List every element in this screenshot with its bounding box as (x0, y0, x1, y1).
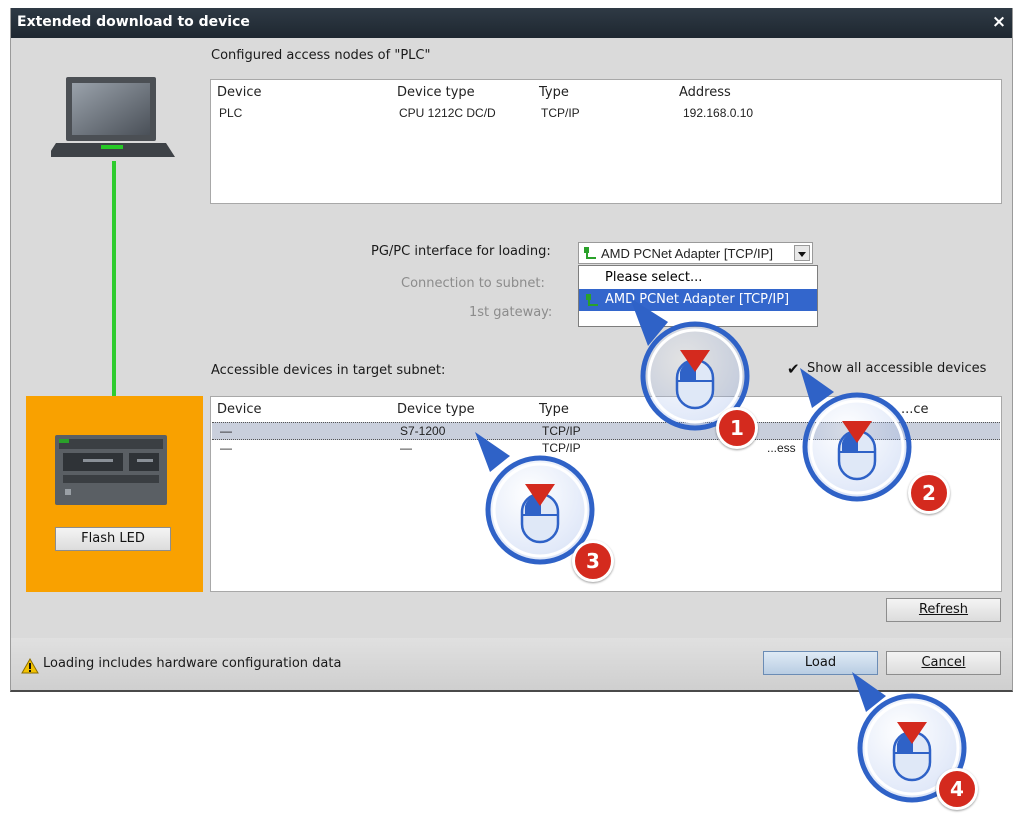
option-label: Please select... (605, 270, 703, 285)
warning-icon (21, 658, 39, 674)
pgpc-interface-dropdown: Please select... AMD PCNet Adapter [TCP/… (578, 265, 818, 327)
mouse-left-click-icon (892, 722, 932, 782)
column-header-device-type: Device type (397, 85, 475, 100)
step-badge-3: 3 (572, 540, 614, 582)
network-adapter-icon (584, 247, 596, 259)
step-badge-4: 4 (936, 768, 978, 810)
cell-type: TCP/IP (541, 106, 580, 120)
column-header-device-type: Device type (397, 402, 475, 417)
checkmark-icon: ✔ (787, 360, 800, 378)
load-button[interactable]: Load (763, 651, 878, 675)
dialog-title: Extended download to device (17, 14, 250, 30)
gateway-label: 1st gateway: (469, 305, 553, 320)
show-all-label: Show all accessible devices (807, 361, 987, 376)
flash-led-button[interactable]: Flash LED (55, 527, 171, 551)
cell-device-type: — (400, 441, 412, 455)
column-header-device: Device (217, 85, 262, 100)
chevron-down-icon[interactable] (794, 245, 810, 261)
cell-type: TCP/IP (542, 441, 581, 455)
configured-nodes-table: Device Device type Type Address PLC CPU … (210, 79, 1002, 204)
cell-device: — (220, 424, 232, 438)
column-header-device: Device (217, 402, 262, 417)
dropdown-option-selected[interactable]: AMD PCNet Adapter [TCP/IP] (579, 289, 817, 311)
option-label: AMD PCNet Adapter [TCP/IP] (605, 292, 790, 307)
table-row-selected[interactable]: — S7-1200 TCP/IP (212, 422, 1000, 440)
configured-nodes-heading: Configured access nodes of "PLC" (211, 48, 431, 63)
pc-laptop-icon (51, 77, 175, 157)
step-badge-1: 1 (716, 407, 758, 449)
pgpc-interface-value: AMD PCNet Adapter [TCP/IP] (601, 246, 773, 261)
status-bar: Loading includes hardware configuration … (11, 638, 1012, 690)
table-row[interactable]: — — TCP/IP ...ess (212, 440, 1000, 458)
cell-device: — (220, 441, 232, 455)
column-header-type: Type (539, 85, 569, 100)
plc-device-icon (55, 435, 167, 505)
cell-device: PLC (219, 106, 243, 120)
pgpc-interface-select[interactable]: AMD PCNet Adapter [TCP/IP] (578, 242, 813, 264)
column-header-type: Type (539, 402, 569, 417)
title-bar: Extended download to device × (11, 8, 1012, 38)
subnet-connection-label: Connection to subnet: (401, 276, 545, 291)
cancel-button[interactable]: Cancel (886, 651, 1001, 675)
column-header-address: Address (679, 85, 731, 100)
pgpc-interface-label: PG/PC interface for loading: (371, 244, 551, 259)
cell-address: ...ess (767, 441, 796, 455)
refresh-button[interactable]: Refresh (886, 598, 1001, 622)
status-message: Loading includes hardware configuration … (43, 656, 342, 671)
cell-device-type: S7-1200 (400, 424, 446, 438)
extended-download-dialog: Extended download to device × Flash LED … (10, 8, 1013, 692)
dropdown-option[interactable]: Please select... (579, 267, 817, 289)
accessible-devices-heading: Accessible devices in target subnet: (211, 363, 446, 378)
cell-type: TCP/IP (542, 424, 581, 438)
cell-address: 192.168.0.10 (683, 106, 754, 120)
step-badge-2: 2 (908, 472, 950, 514)
cell-device-type: CPU 1212C DC/D (399, 106, 496, 120)
column-header-interface: ...ce (901, 402, 929, 417)
close-icon[interactable]: × (990, 13, 1008, 31)
table-row[interactable]: PLC CPU 1212C DC/D TCP/IP 192.168.0.10 (211, 104, 1001, 122)
network-adapter-icon (586, 294, 598, 306)
